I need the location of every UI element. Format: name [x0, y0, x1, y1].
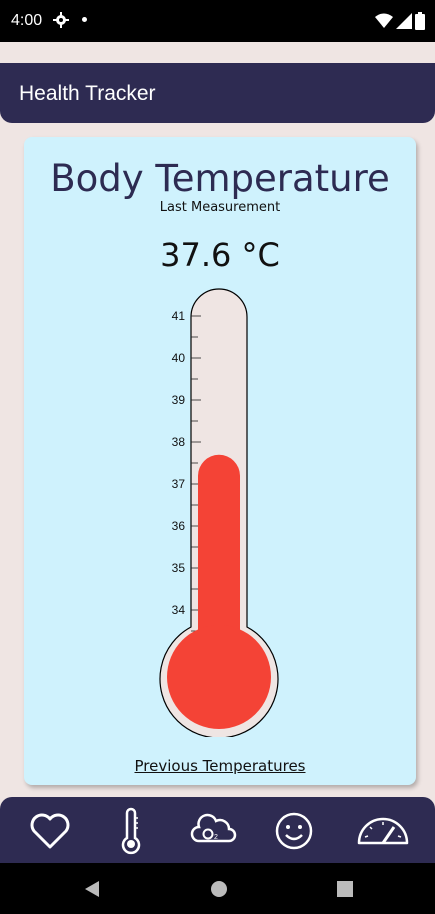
scale-label: 40: [172, 351, 186, 365]
oxygen-icon[interactable]: 2: [189, 807, 237, 855]
bottom-navigation: 2: [0, 797, 435, 863]
app-title: Health Tracker: [19, 82, 156, 105]
home-icon[interactable]: [211, 881, 227, 897]
notification-dot-icon: [82, 17, 87, 22]
signal-icon: [396, 13, 412, 29]
previous-temperatures-link[interactable]: Previous Temperatures: [24, 757, 416, 775]
scale-label: 36: [172, 519, 186, 533]
smiley-icon[interactable]: [270, 807, 318, 855]
scale-label: 35: [172, 561, 186, 575]
card-subtitle: Last Measurement: [159, 200, 281, 215]
system-nav-bar: [0, 863, 435, 914]
status-time: 4:00: [11, 12, 43, 29]
gauge-icon[interactable]: [356, 807, 410, 855]
app-bar: Health Tracker: [0, 63, 435, 123]
temperature-card: Body Temperature Last Measurement 37.6 °…: [24, 137, 416, 785]
scale-label: 38: [172, 435, 186, 449]
back-icon[interactable]: [84, 880, 100, 898]
heart-icon[interactable]: [26, 807, 74, 855]
scale-label: 41: [172, 309, 186, 323]
wifi-icon: [375, 13, 393, 28]
thermometer-bulb: [167, 625, 271, 729]
scale-label: 37: [172, 477, 186, 491]
battery-icon: [415, 12, 425, 30]
status-bar: 4:00: [0, 0, 435, 42]
settings-icon: [53, 12, 69, 28]
scale-label: 34: [172, 603, 186, 617]
scale-label: 39: [172, 393, 186, 407]
recents-icon[interactable]: [337, 881, 353, 897]
temperature-reading: 37.6 °C: [160, 236, 280, 274]
thermometer-icon[interactable]: [107, 807, 155, 855]
svg-text:2: 2: [214, 834, 218, 841]
card-title: Body Temperature: [50, 157, 390, 200]
thermometer-gauge: 41 40 39 38 37 36 35 34: [159, 288, 279, 737]
status-icons: [375, 12, 425, 30]
